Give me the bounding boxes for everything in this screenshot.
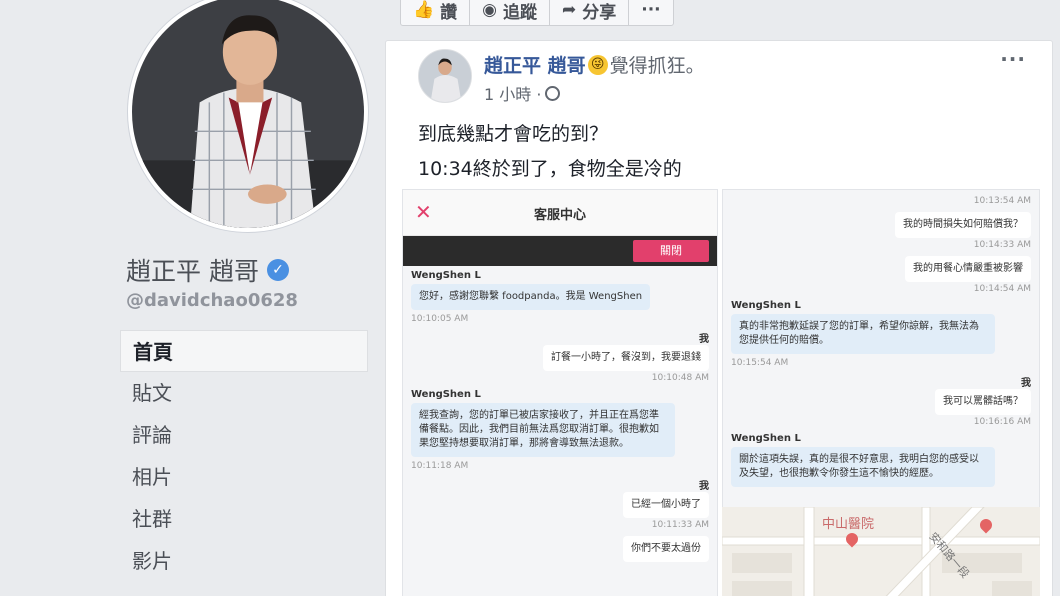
user-message: 我的用餐心情嚴重被影響 [905, 256, 1031, 282]
agent-message: 經我查詢，您的訂單已被店家接收了，并且正在爲您準備餐點。因此，我們目前無法爲您取… [411, 403, 675, 457]
page-name: 趙正平 趙哥 ✓ [126, 252, 289, 288]
like-label: 讚 [440, 2, 458, 23]
chat-header: ✕ 客服中心 [403, 190, 717, 236]
user-message: 訂餐一小時了，餐沒到，我要退錢 [543, 345, 709, 371]
nav-item-videos[interactable]: 影片 [120, 540, 368, 582]
share-label: 分享 [582, 2, 617, 23]
map-place-label: 中山醫院 [822, 517, 875, 532]
chat-bar: 關閉 [403, 236, 717, 266]
chat-sender-me: 我 [699, 334, 709, 345]
globe-icon [545, 85, 561, 101]
message-time: 10:10:48 AM [651, 373, 709, 383]
agent-message: 真的非常抱歉延誤了您的訂單，希望你諒解，我無法為您提供任何的賠償。 [731, 314, 995, 354]
share-arrow-icon: ➦ [562, 0, 577, 20]
like-button[interactable]: 👍 讚 [401, 0, 471, 25]
map-preview[interactable]: 中山醫院 安和路一段 [722, 507, 1040, 596]
chat-sender: WengShen L [411, 270, 481, 281]
page-handle[interactable]: @davidchao0628 [126, 290, 298, 311]
nav-item-community[interactable]: 社群 [120, 498, 368, 540]
chat-sender: WengShen L [731, 433, 801, 444]
follow-button[interactable]: ◉ 追蹤 [470, 0, 551, 25]
post-line: 到底幾點才會吃的到？ [418, 123, 609, 145]
thumbs-up-icon: 👍 [413, 0, 435, 20]
chat-sender-me: 我 [1021, 378, 1031, 389]
post-timestamp[interactable]: 1 小時 · [484, 81, 541, 105]
nav-item-home[interactable]: 首頁 [120, 330, 368, 372]
user-message: 我可以罵髒話嗎？ [935, 389, 1031, 415]
chat-close-button: 關閉 [633, 240, 709, 262]
more-actions-button[interactable]: ··· [629, 0, 672, 25]
profile-photo [132, 0, 364, 228]
message-time: 10:10:05 AM [411, 314, 469, 324]
agent-message: 關於這項失誤，真的是很不好意思，我明白您的感受以及失望，也很抱歉令你發生這不愉快… [731, 447, 995, 487]
page-nav: 首頁 貼文 評論 相片 社群 影片 [120, 330, 368, 582]
message-time: 10:14:54 AM [973, 284, 1031, 294]
message-time: 10:15:54 AM [731, 358, 789, 368]
nav-item-reviews[interactable]: 評論 [120, 414, 368, 456]
post-body: 到底幾點才會吃的到？ 10:34終於到了，食物全是冷的 [418, 117, 682, 187]
post-author-link[interactable]: 趙正平 趙哥 [484, 51, 586, 78]
verified-badge-icon: ✓ [266, 259, 289, 281]
chat-sender: WengShen L [731, 300, 801, 311]
message-time: 10:16:16 AM [973, 417, 1031, 427]
map-roads [722, 507, 1040, 596]
post-card: 趙正平 趙哥 😜 覺得抓狂。 1 小時 · ··· 到底幾點才會吃的到？ 10:… [385, 40, 1053, 596]
message-time: 10:14:33 AM [973, 240, 1031, 250]
feeling-text: 覺得抓狂。 [609, 55, 705, 77]
post-header: 趙正平 趙哥 😜 覺得抓狂。 [484, 51, 705, 78]
feeling-emoji-icon: 😜 [587, 54, 608, 75]
chat-screenshot-left[interactable]: ✕ 客服中心 關閉 WengShen L 您好，感謝您聯繫 foodpanda。… [402, 189, 718, 596]
post-line: 10:34終於到了，食物全是冷的 [418, 158, 682, 180]
chat-title: 客服中心 [533, 208, 586, 223]
follow-label: 追蹤 [503, 2, 538, 23]
message-time: 10:13:54 AM [973, 196, 1031, 206]
message-time: 10:11:18 AM [411, 461, 469, 471]
avatar-photo [419, 50, 471, 102]
post-author-avatar[interactable] [418, 49, 472, 103]
share-button[interactable]: ➦ 分享 [550, 0, 630, 25]
user-message: 我的時間損失如何賠償我？ [895, 212, 1031, 238]
nav-item-photos[interactable]: 相片 [120, 456, 368, 498]
post-meta: 1 小時 · [484, 81, 561, 105]
profile-picture[interactable] [128, 0, 368, 232]
post-options-icon[interactable]: ··· [1000, 47, 1026, 71]
chat-sender-me: 我 [699, 481, 709, 492]
page-action-bar: 👍 讚 ◉ 追蹤 ➦ 分享 ··· [400, 0, 674, 26]
user-message: 已經一個小時了 [623, 492, 709, 518]
nav-item-posts[interactable]: 貼文 [120, 372, 368, 414]
agent-message: 您好，感謝您聯繫 foodpanda。我是 WengShen [411, 284, 651, 310]
rss-icon: ◉ [482, 0, 498, 20]
page-name-text: 趙正平 趙哥 [126, 257, 259, 286]
message-time: 10:11:33 AM [651, 520, 709, 530]
chat-sender: WengShen L [411, 389, 481, 400]
user-message: 你們不要太過份 [623, 536, 709, 562]
